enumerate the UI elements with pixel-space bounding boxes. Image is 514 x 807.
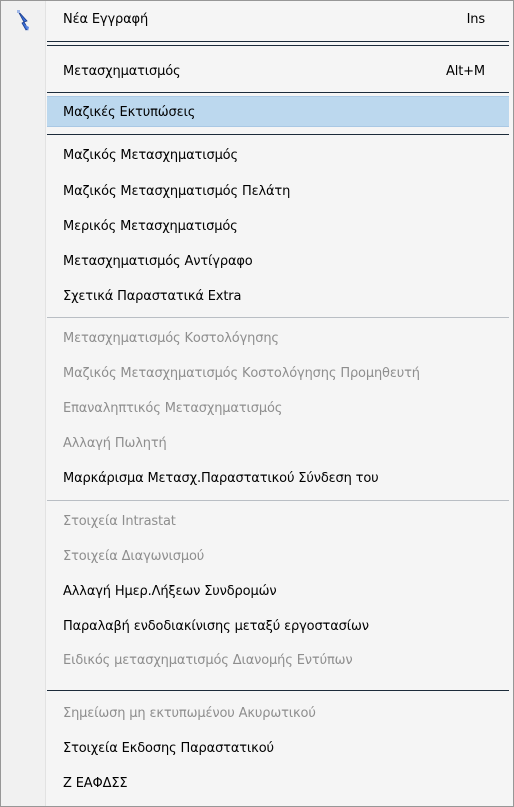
menu-item-label: Μερικός Μετασχηματισμός xyxy=(63,219,238,234)
menu-item-transform-copy[interactable]: Μετασχηματισμός Αντίγραφο xyxy=(47,246,507,277)
menu-item-label: Παραλαβή ενδοδιακίνισης μεταξύ εργοστασί… xyxy=(63,619,369,634)
menu-item-shortcut: Ins xyxy=(466,12,486,27)
menu-item-label: Αλλαγή Πωλητή xyxy=(63,436,167,451)
menu-item-label: Μαζικές Εκτυπώσεις xyxy=(63,105,196,120)
menu-item-mark-transform-document[interactable]: Μαρκάρισμα Μετασχ.Παραστατικού Σύνδεση τ… xyxy=(47,463,507,494)
menu-item-partial-transform[interactable]: Μερικός Μετασχηματισμός xyxy=(47,211,507,242)
menu-item-label: Στοιχεία Διαγωνισμού xyxy=(63,549,205,564)
menu-item-costing-transform: Μετασχηματισμός Κοστολόγησης xyxy=(47,323,507,354)
wand-pointer-icon xyxy=(15,9,33,33)
menu-item-label: Στοιχεία Intrastat xyxy=(63,514,176,529)
menu-separator xyxy=(47,690,509,691)
menu-item-z-eafdss[interactable]: Ζ ΕΑΦΔΣΣ xyxy=(47,768,507,799)
menu-item-change-subscription-expiry[interactable]: Αλλαγή Ημερ.Λήξεων Συνδρομών xyxy=(47,576,507,607)
menu-item-special-print-distribution-transform: Ειδικός μετασχηματισμός Διανομής Εντύπων xyxy=(47,645,507,676)
menu-item-shortcut: Alt+M xyxy=(446,64,485,79)
menu-item-note-unprinted-cancellation: Σημείωση μη εκτυπωμένου Ακυρωτικού xyxy=(47,698,507,729)
menu-item-label: Μαζικός Μετασχηματισμός Πελάτη xyxy=(63,184,291,199)
menu-item-label: Αλλαγή Ημερ.Λήξεων Συνδρομών xyxy=(63,584,277,599)
menu-item-change-salesperson: Αλλαγή Πωλητή xyxy=(47,428,507,459)
menu-icon-gutter xyxy=(1,1,46,806)
menu-separator xyxy=(47,317,509,318)
menu-item-label: Μαζικός Μετασχηματισμός Κοστολόγησης Προ… xyxy=(63,366,420,381)
menu-item-label: Μετασχηματισμός xyxy=(63,64,181,79)
menu-item-label: Μετασχηματισμός Αντίγραφο xyxy=(63,254,253,269)
menu-item-repetitive-transform: Επαναληπτικός Μετασχηματισμός xyxy=(47,393,507,424)
menu-separator xyxy=(47,134,509,135)
menu-item-intrastat-data: Στοιχεία Intrastat xyxy=(47,506,507,537)
menu-item-label: Στοιχεία Εκδοσης Παραστατικού xyxy=(63,741,274,756)
menu-item-label: Επαναληπτικός Μετασχηματισμός xyxy=(63,401,283,416)
menu-item-transform[interactable]: Μετασχηματισμός Alt+M xyxy=(47,56,507,87)
menu-item-related-documents-extra[interactable]: Σχετικά Παραστατικά Extra xyxy=(47,281,507,312)
menu-item-bulk-transform[interactable]: Μαζικός Μετασχηματισμός xyxy=(47,140,507,171)
menu-item-label: Ειδικός μετασχηματισμός Διανομής Εντύπων xyxy=(63,653,353,668)
menu-item-label: Μαρκάρισμα Μετασχ.Παραστατικού Σύνδεση τ… xyxy=(63,471,379,486)
menu-item-label: Σημείωση μη εκτυπωμένου Ακυρωτικού xyxy=(63,706,316,721)
menu-item-tender-data: Στοιχεία Διαγωνισμού xyxy=(47,541,507,572)
menu-item-new-record[interactable]: Νέα Εγγραφή Ins xyxy=(47,4,507,35)
menu-separator xyxy=(47,41,509,42)
menu-item-label: Νέα Εγγραφή xyxy=(63,12,149,27)
menu-item-receive-inter-factory-transfer[interactable]: Παραλαβή ενδοδιακίνισης μεταξύ εργοστασί… xyxy=(47,611,507,642)
menu-item-label: Μαζικός Μετασχηματισμός xyxy=(63,148,238,163)
menu-separator xyxy=(47,45,509,46)
menu-item-label: Ζ ΕΑΦΔΣΣ xyxy=(63,776,128,791)
menu-item-bulk-prints[interactable]: Μαζικές Εκτυπώσεις xyxy=(47,96,509,127)
menu-item-document-issue-data[interactable]: Στοιχεία Εκδοσης Παραστατικού xyxy=(47,733,507,764)
menu-item-bulk-costing-transform-supplier: Μαζικός Μετασχηματισμός Κοστολόγησης Προ… xyxy=(47,358,507,389)
menu-item-label: Σχετικά Παραστατικά Extra xyxy=(63,289,242,304)
menu-item-label: Μετασχηματισμός Κοστολόγησης xyxy=(63,331,279,346)
context-menu: Νέα Εγγραφή Ins Μετασχηματισμός Alt+M Μα… xyxy=(0,0,514,807)
menu-separator xyxy=(47,92,509,93)
menu-item-bulk-transform-customer[interactable]: Μαζικός Μετασχηματισμός Πελάτη xyxy=(47,176,507,207)
menu-separator xyxy=(47,500,509,501)
